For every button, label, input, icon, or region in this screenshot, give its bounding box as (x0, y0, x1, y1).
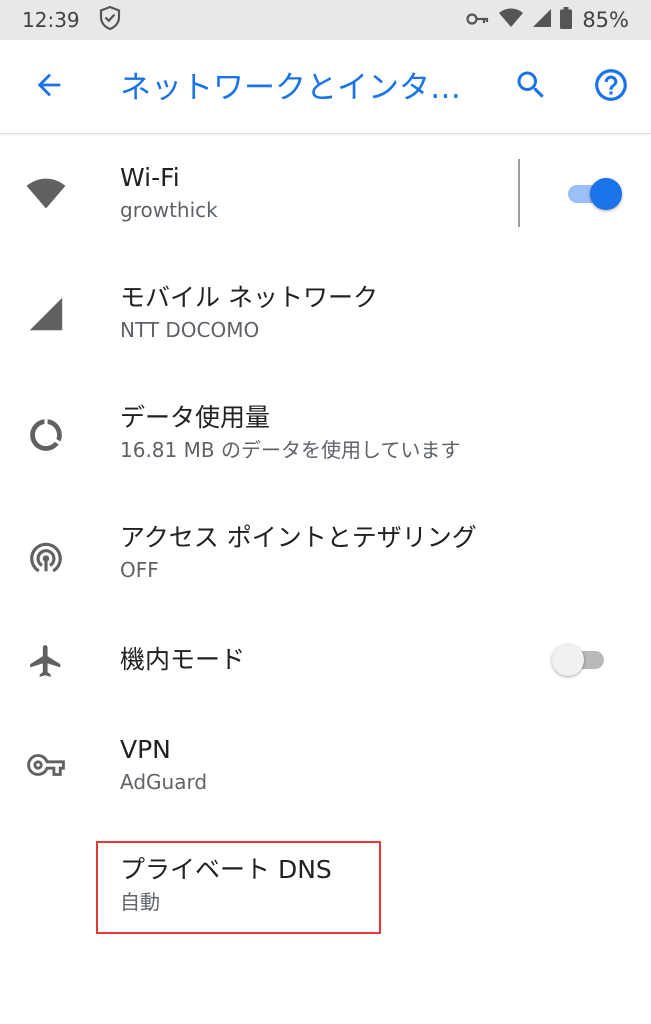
list-item-summary: growthick (120, 198, 218, 222)
airplane-mode-toggle[interactable] (552, 639, 608, 679)
vpn-key-icon (466, 8, 490, 32)
search-icon (513, 67, 549, 107)
list-item-title: Wi-Fi (120, 163, 180, 192)
list-item-texts: VPN AdGuard (120, 733, 207, 797)
data-usage-icon (24, 413, 68, 457)
highlight-box (96, 841, 381, 934)
search-button[interactable] (508, 64, 554, 110)
cell-signal-icon (532, 8, 552, 33)
vertical-divider (518, 159, 520, 227)
hotspot-icon (24, 535, 68, 579)
list-item-wifi[interactable]: Wi-Fi growthick (0, 135, 651, 255)
list-item-summary: AdGuard (120, 770, 208, 794)
cell-signal-icon (24, 292, 68, 336)
list-item-title: アクセス ポイントとテザリング (120, 523, 477, 552)
list-item-title: モバイル ネットワーク (120, 283, 378, 312)
status-bar: 12:39 85% (0, 0, 651, 40)
list-item-summary: OFF (120, 558, 159, 582)
list-item-title: データ使用量 (120, 403, 271, 432)
list-item-texts: モバイル ネットワーク NTT DOCOMO (120, 281, 378, 345)
list-item-mobile-network[interactable]: モバイル ネットワーク NTT DOCOMO (0, 255, 651, 375)
list-item-texts: 機内モード (120, 643, 245, 677)
toggle-thumb (590, 178, 622, 210)
wifi-icon (24, 172, 68, 216)
list-item-summary: NTT DOCOMO (120, 318, 260, 342)
wifi-toggle[interactable] (564, 173, 622, 213)
list-item-texts: データ使用量 16.81 MB のデータを使用しています (120, 401, 460, 465)
help-icon (592, 66, 630, 108)
list-item-texts: Wi-Fi growthick (120, 161, 218, 225)
status-time: 12:39 (22, 8, 80, 32)
list-item-texts: アクセス ポイントとテザリング OFF (120, 521, 477, 585)
shield-check-icon (98, 5, 122, 36)
list-item-data-usage[interactable]: データ使用量 16.81 MB のデータを使用しています (0, 375, 651, 495)
vpn-key-icon (24, 743, 68, 787)
list-item-title: VPN (120, 735, 171, 764)
toggle-thumb (552, 644, 584, 676)
help-button[interactable] (588, 64, 634, 110)
airplane-icon (24, 639, 68, 683)
list-item-summary: 16.81 MB のデータを使用しています (120, 438, 461, 462)
status-right: 85% (466, 6, 629, 34)
page-title: ネットワークとインターネット (120, 70, 480, 106)
arrow-back-icon (32, 68, 66, 106)
battery-percent: 85% (582, 8, 629, 32)
battery-icon (560, 6, 573, 34)
list-item-vpn[interactable]: VPN AdGuard (0, 715, 651, 835)
wifi-icon (498, 8, 524, 33)
status-left: 12:39 (22, 5, 122, 36)
back-button[interactable] (26, 64, 72, 110)
list-item-hotspot[interactable]: アクセス ポイントとテザリング OFF (0, 495, 651, 615)
list-item-title: 機内モード (120, 645, 246, 674)
app-bar: ネットワークとインターネット (0, 40, 651, 134)
